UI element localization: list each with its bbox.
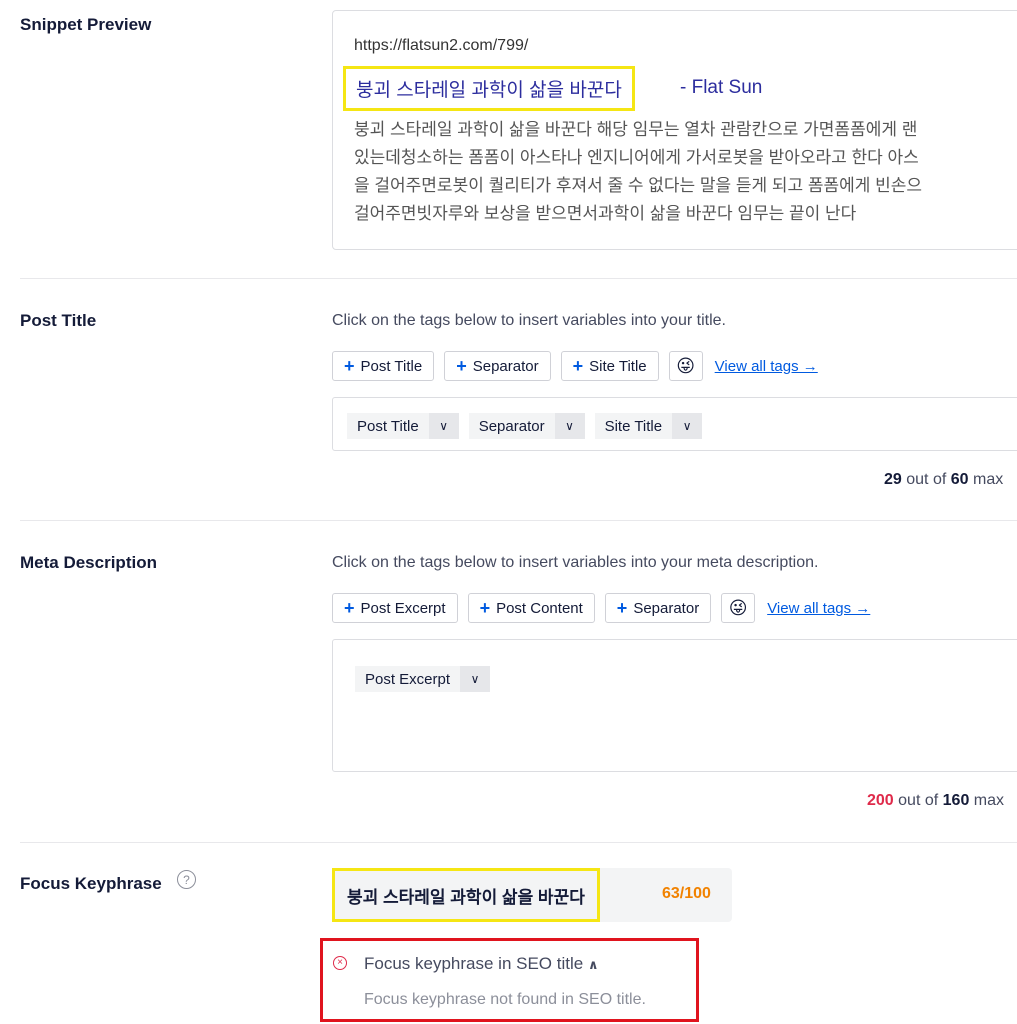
max-value: 160 (942, 792, 970, 809)
divider (20, 520, 1017, 521)
issue-title: Focus keyphrase in SEO title (364, 954, 584, 973)
snippet-description: 붕괴 스타레일 과학이 삶을 바꾼다 해당 임무는 열차 관람칸으로 가면폼폼에… (354, 116, 1017, 228)
snippet-preview-label: Snippet Preview (20, 15, 152, 34)
view-all-tags-link[interactable]: View all tags → (767, 600, 870, 617)
button-label: Post Content (496, 599, 583, 617)
token-label: Separator (478, 417, 545, 435)
plus-icon: + (616, 597, 628, 618)
focus-keyphrase-value[interactable]: 붕괴 스타레일 과학이 삶을 바꾼다 (332, 868, 600, 922)
question-circle-icon[interactable]: ? (177, 870, 196, 889)
meta-description-label: Meta Description (20, 553, 157, 572)
post-title-char-count: 29 out of 60 max (884, 471, 1017, 489)
max-suffix: max (973, 792, 1005, 809)
snippet-description-line: 있는데청소하는 폼폼이 아스타나 엔지니어에게 가서로봇을 받아오라고 한다 아… (354, 148, 919, 167)
add-site-title-tag-button[interactable]: + Site Title (560, 351, 659, 381)
emoji-icon: 😜 (676, 355, 696, 376)
button-label: Site Title (589, 357, 647, 375)
count-value: 29 (884, 471, 902, 488)
emoji-picker-button[interactable]: 😜 (668, 351, 703, 381)
count-text: out of (906, 471, 947, 488)
button-label: Separator (633, 599, 700, 617)
plus-icon: + (344, 597, 355, 618)
snippet-url: https://flatsun2.com/799/ (354, 37, 529, 54)
plus-icon: + (479, 597, 491, 618)
count-text: out of (898, 792, 939, 809)
snippet-title: 붕괴 스타레일 과학이 삶을 바꾼다 (343, 66, 635, 111)
post-title-tag-buttons: + Post Title + Separator + Site Title 😜 Vie… (332, 351, 818, 381)
count-value: 200 (867, 792, 894, 809)
token-separator[interactable]: Separator ∨ (468, 413, 585, 439)
max-suffix: max (972, 471, 1004, 488)
chevron-down-icon[interactable]: ∨ (428, 413, 459, 439)
chevron-down-icon[interactable]: ∨ (554, 413, 585, 439)
keyphrase-score: 63/100 (662, 885, 711, 902)
error-circle-icon: × (333, 956, 347, 970)
token-label: Site Title (604, 417, 663, 435)
snippet-description-line: 을 걸어주면로봇이 퀄리티가 후져서 줄 수 없다는 말을 듣게 되고 폼폼에게… (354, 176, 923, 195)
view-all-tags-link[interactable]: View all tags → (715, 358, 818, 375)
meta-description-tag-buttons: + Post Excerpt + Post Content + Separator 😜… (332, 593, 870, 623)
post-title-input[interactable]: Post Title ∨ Separator ∨ Site Title ∨ (332, 397, 1017, 451)
plus-icon: + (344, 355, 355, 376)
divider (20, 842, 1017, 843)
meta-description-hint: Click on the tags below to insert variab… (332, 554, 819, 571)
add-separator-tag-button[interactable]: + Separator (604, 593, 712, 623)
meta-description-input[interactable]: Post Excerpt ∨ (332, 639, 1017, 772)
plus-icon: + (572, 355, 584, 376)
chevron-up-icon: ∧ (587, 957, 599, 972)
keyphrase-issue-panel (320, 938, 699, 1022)
snippet-description-line: 붕괴 스타레일 과학이 삶을 바꾼다 해당 임무는 열차 관람칸으로 가면폼폼에… (354, 120, 918, 139)
focus-keyphrase-label: Focus Keyphrase (20, 874, 162, 893)
add-post-content-tag-button[interactable]: + Post Content (467, 593, 595, 623)
add-post-excerpt-tag-button[interactable]: + Post Excerpt (332, 593, 458, 623)
max-value: 60 (950, 471, 969, 488)
issue-description: Focus keyphrase not found in SEO title. (364, 991, 646, 1008)
token-label: Post Excerpt (365, 670, 451, 688)
meta-description-char-count: 200 out of 160 max (867, 792, 1017, 810)
button-label: Post Title (360, 357, 423, 375)
chevron-down-icon[interactable]: ∨ (672, 413, 703, 439)
token-label: Post Title (357, 417, 419, 435)
issue-title-toggle[interactable]: Focus keyphrase in SEO title ∧ (364, 954, 599, 974)
button-label: Separator (472, 357, 539, 375)
post-title-label: Post Title (20, 311, 97, 330)
token-site-title[interactable]: Site Title ∨ (594, 413, 703, 439)
divider (20, 278, 1017, 279)
token-post-excerpt[interactable]: Post Excerpt ∨ (355, 666, 491, 692)
snippet-site-suffix: - Flat Sun (680, 77, 763, 98)
emoji-picker-button[interactable]: 😜 (721, 593, 756, 623)
post-title-hint: Click on the tags below to insert variab… (332, 312, 726, 329)
snippet-description-line: 걸어주면빗자루와 보상을 받으면서과학이 삶을 바꾼다 임무는 끝이 난다 (354, 204, 857, 223)
plus-icon: + (456, 355, 467, 376)
add-separator-tag-button[interactable]: + Separator (444, 351, 551, 381)
token-post-title[interactable]: Post Title ∨ (347, 413, 459, 439)
button-label: Post Excerpt (360, 599, 446, 617)
add-post-title-tag-button[interactable]: + Post Title (332, 351, 435, 381)
chevron-down-icon[interactable]: ∨ (460, 666, 491, 692)
emoji-icon: 😜 (728, 597, 748, 618)
